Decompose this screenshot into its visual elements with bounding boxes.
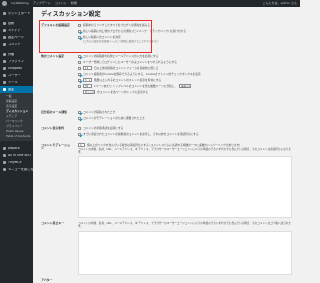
page-title: ディスカッション設定 bbox=[41, 11, 101, 18]
sidebar-item-appearance[interactable]: 外観 bbox=[0, 51, 33, 58]
checkbox[interactable] bbox=[78, 60, 81, 64]
other-comment-settings-label: 他のコメント設定 bbox=[41, 54, 65, 58]
plugin-icon bbox=[3, 60, 6, 63]
dashboard-icon bbox=[3, 12, 6, 15]
sidebar-item-posts[interactable]: 投稿 bbox=[0, 20, 33, 27]
chevron-down-icon: ▾ bbox=[92, 90, 94, 94]
thread-depth-select[interactable]: 5 ▾ bbox=[83, 78, 92, 82]
checkbox[interactable] bbox=[78, 116, 81, 120]
before-comment-appears-fields: コメントの手動承認を必須にする すでに承認されたコメントの投稿者のコメントを許可… bbox=[78, 125, 292, 137]
link-count-input[interactable]: 2 bbox=[78, 143, 85, 147]
account-menu[interactable]: こんにちは、admin さん bbox=[263, 2, 300, 5]
checkbox[interactable] bbox=[78, 23, 81, 27]
disallowed-keys-fields: コメントの内容、名前、URL、メールアドレス、IP アドレス、ブラウザーのユーザ… bbox=[78, 222, 292, 228]
disallowed-description: コメントの内容、名前、URL、メールアドレス、IP アドレス、ブラウザーのユーザ… bbox=[78, 222, 291, 229]
updates-link[interactable]: アップデート bbox=[33, 2, 51, 5]
sidebar-item-users[interactable]: ユーザー bbox=[0, 72, 33, 79]
collapse-menu-button[interactable]: メニューを閉じる bbox=[0, 166, 33, 173]
default-page-select[interactable]: 最後の ▾ bbox=[179, 84, 192, 88]
checkbox[interactable] bbox=[78, 35, 81, 39]
default-post-settings-label: デフォルトの投稿設定 bbox=[41, 23, 70, 27]
pin-icon bbox=[3, 22, 6, 25]
close-days-input[interactable]: 14 bbox=[83, 66, 92, 70]
disallowed-keys-textarea[interactable] bbox=[78, 231, 292, 275]
checkbox[interactable] bbox=[78, 72, 81, 76]
new-content-link[interactable]: 新規 bbox=[71, 2, 77, 5]
before-comment-appears-label: コメント表示条件 bbox=[41, 126, 65, 130]
site-name-link[interactable]: myWebblog bbox=[11, 2, 29, 5]
checkbox[interactable] bbox=[78, 110, 81, 114]
checkbox[interactable] bbox=[78, 126, 81, 130]
option-previously-approved[interactable]: すでに承認されたコメントの投稿者のコメントを許可し、それ以外のコメントを承認待ち… bbox=[78, 131, 292, 137]
comment-moderation-fields: 2 個以上のリンクを含んでいる場合は承認待ちにする (コメントスパムに共通する特… bbox=[78, 142, 292, 154]
option-comment-order[interactable]: 新しい ▾ のコメントを各ページのトップに表示する bbox=[78, 89, 292, 95]
email-me-label: 自分宛のメール通知 bbox=[41, 110, 68, 114]
comment-icon bbox=[3, 43, 6, 46]
option-email-on-moderation[interactable]: コメントがモデレーションのために保留されたとき bbox=[78, 115, 292, 121]
sidebar-item-media[interactable]: メディア bbox=[0, 27, 33, 34]
sidebar-item-jetpack[interactable]: Jetpack bbox=[0, 145, 33, 152]
editor-icon bbox=[3, 161, 6, 164]
avatars-label: アバター bbox=[41, 278, 53, 282]
moderation-keys-textarea[interactable] bbox=[78, 156, 292, 218]
admin-sidebar: ダッシュボード 投稿 メディア 固定ページ コメント 外観 プラグイン Snip… bbox=[0, 7, 33, 283]
media-icon bbox=[3, 29, 6, 32]
default-post-settings-fields: 投稿中からリンクしたすべてのブログへの通知を試みる 新しい投稿に対し他のブログか… bbox=[78, 22, 292, 45]
jetpack-icon bbox=[3, 147, 6, 150]
submenu-table-of-contents[interactable]: Table of Contents bbox=[0, 134, 33, 139]
moderation-description: コメントの内容、名前、URL、メールアドレス、IP アドレス、ブラウザーのユーザ… bbox=[78, 148, 291, 155]
checkbox[interactable] bbox=[78, 132, 81, 136]
seo-icon bbox=[3, 154, 6, 157]
comments-link[interactable]: コメント bbox=[55, 2, 67, 5]
comment-moderation-label: コメントモデレーション bbox=[41, 143, 70, 151]
sidebar-item-settings[interactable]: 設定 bbox=[0, 86, 33, 93]
chevron-down-icon: ▾ bbox=[188, 84, 190, 88]
brush-icon bbox=[3, 53, 6, 56]
sidebar-item-dashboard[interactable]: ダッシュボード bbox=[0, 10, 33, 17]
settings-icon bbox=[3, 88, 6, 91]
checkbox[interactable] bbox=[78, 54, 81, 58]
page-icon bbox=[3, 36, 6, 39]
settings-submenu: 一般 投稿設定 表示設定 ディスカッション メディア パーマリンク プライバシー… bbox=[0, 93, 33, 141]
comments-per-page-input[interactable]: 50 bbox=[83, 84, 92, 88]
admin-bar: myWebblog アップデート コメント 新規 こんにちは、admin さん bbox=[0, 0, 300, 7]
sidebar-item-tinymce[interactable]: TinyMCE bbox=[0, 159, 33, 166]
wrench-icon bbox=[3, 81, 6, 84]
checkbox[interactable] bbox=[78, 84, 81, 88]
disallowed-keys-label: コメント禁止キー bbox=[41, 221, 65, 225]
collapse-icon bbox=[3, 168, 6, 171]
checkbox[interactable] bbox=[78, 66, 81, 70]
main-content: ディスカッション設定 デフォルトの投稿設定 投稿中からリンクしたすべてのブログへ… bbox=[33, 7, 300, 283]
checkbox[interactable] bbox=[78, 29, 81, 33]
wordpress-logo-icon[interactable] bbox=[2, 1, 7, 6]
sidebar-item-pages[interactable]: 固定ページ bbox=[0, 34, 33, 41]
other-comment-settings-fields: コメントの投稿者の名前とメールアドレスの入力を必須にする ユーザー登録してログイ… bbox=[78, 53, 292, 95]
comment-order-select[interactable]: 新しい ▾ bbox=[83, 90, 95, 94]
email-me-fields: コメントが投稿されたとき コメントがモデレーションのために保留されたとき bbox=[78, 109, 292, 121]
settings-note: (これらの設定は各投稿ページにて個別に変更することができます。) bbox=[83, 40, 159, 43]
sidebar-item-snippets[interactable]: Snippets bbox=[0, 65, 33, 72]
checkbox[interactable] bbox=[78, 78, 81, 82]
sidebar-item-tools[interactable]: ツール bbox=[0, 79, 33, 86]
chevron-down-icon: ▾ bbox=[88, 78, 90, 82]
snippet-icon bbox=[3, 67, 6, 70]
sidebar-item-plugins[interactable]: プラグイン bbox=[0, 58, 33, 65]
user-icon bbox=[3, 74, 6, 77]
sidebar-item-seo[interactable]: All in One SEO bbox=[0, 152, 33, 159]
sidebar-item-comments[interactable]: コメント bbox=[0, 41, 33, 48]
